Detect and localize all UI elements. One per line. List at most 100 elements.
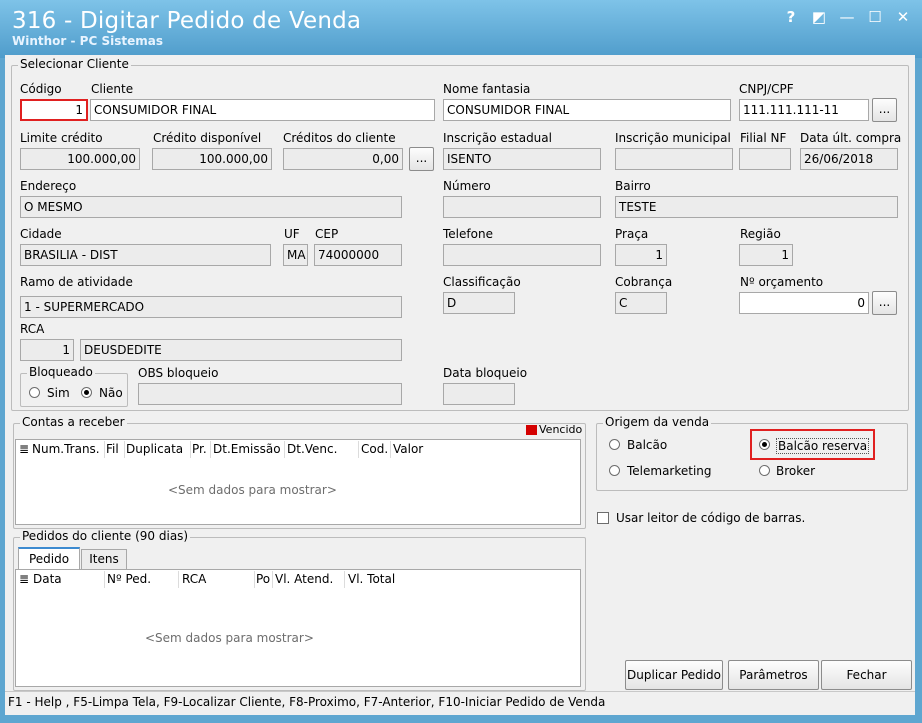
nome-fantasia-field[interactable]: CONSUMIDOR FINAL — [443, 99, 731, 121]
origem-balcao-radio[interactable] — [609, 439, 620, 450]
barcode-label: Usar leitor de código de barras. — [616, 511, 806, 525]
col-num-trans[interactable]: Num.Trans. — [32, 442, 100, 456]
col-vl-total[interactable]: Vl. Total — [348, 572, 395, 586]
col-rca[interactable]: RCA — [182, 572, 206, 586]
window-subtitle: Winthor - PC Sistemas — [12, 34, 163, 48]
regiao-field: 1 — [739, 244, 793, 266]
minimize-icon[interactable]: — — [836, 8, 858, 26]
endereco-field: O MESMO — [20, 196, 402, 218]
title-bar: 316 - Digitar Pedido de Venda Winthor - … — [0, 0, 922, 58]
duplicar-pedido-button[interactable]: Duplicar Pedido — [625, 660, 723, 690]
close-icon[interactable]: ✕ — [892, 8, 914, 26]
rca-label: RCA — [20, 322, 45, 336]
classificacao-field: D — [443, 292, 515, 314]
fechar-button[interactable]: Fechar — [821, 660, 912, 690]
contas-group-label: Contas a receber — [20, 415, 127, 429]
col-vl-atend[interactable]: Vl. Atend. — [275, 572, 333, 586]
bairro-field: TESTE — [615, 196, 898, 218]
numero-field — [443, 196, 601, 218]
nome-fantasia-label: Nome fantasia — [443, 82, 531, 96]
cnpj-field[interactable]: 111.111.111-11 — [739, 99, 869, 121]
numero-label: Número — [443, 179, 491, 193]
origem-balcao-reserva-label: Balcão reserva — [776, 438, 870, 454]
bloqueado-sim-label: Sim — [47, 386, 70, 400]
parametros-button[interactable]: Parâmetros — [728, 660, 819, 690]
inscricao-municipal-field — [615, 148, 733, 170]
col-separator — [104, 441, 105, 458]
col-num-ped[interactable]: Nº Ped. — [107, 572, 151, 586]
endereco-label: Endereço — [20, 179, 77, 193]
origem-telemarketing-radio[interactable] — [609, 465, 620, 476]
col-separator — [210, 441, 211, 458]
origem-broker-radio[interactable] — [759, 465, 770, 476]
col-cod[interactable]: Cod. — [361, 442, 388, 456]
grid-menu-icon[interactable]: ≣ — [19, 572, 29, 586]
col-dt-emissao[interactable]: Dt.Emissão — [213, 442, 281, 456]
bloqueado-sim-radio[interactable] — [29, 387, 40, 398]
rca-name-field: DEUSDEDITE — [80, 339, 402, 361]
origem-broker-label: Broker — [776, 464, 816, 478]
col-separator — [254, 571, 255, 588]
cliente-field[interactable]: CONSUMIDOR FINAL — [90, 99, 435, 121]
tab-pedido-label: Pedido — [28, 552, 70, 566]
vencido-legend-swatch — [526, 425, 537, 435]
creditos-cliente-button[interactable]: ... — [409, 147, 434, 171]
col-separator — [390, 441, 391, 458]
filial-nf-label: Filial NF — [740, 131, 787, 145]
col-valor[interactable]: Valor — [393, 442, 423, 456]
orcamento-field[interactable]: 0 — [739, 292, 869, 314]
rca-code-field: 1 — [20, 339, 74, 361]
cep-field: 74000000 — [314, 244, 402, 266]
data-bloqueio-label: Data bloqueio — [443, 366, 528, 380]
col-pr[interactable]: Pr. — [192, 442, 207, 456]
group-label: Selecionar Cliente — [18, 57, 131, 71]
orcamento-search-button[interactable]: ... — [872, 291, 897, 315]
codigo-field[interactable]: 1 — [20, 99, 88, 121]
tab-pedido[interactable]: Pedido — [18, 547, 80, 569]
inscricao-estadual-field: ISENTO — [443, 148, 601, 170]
col-separator — [178, 571, 179, 588]
inscricao-municipal-label: Inscrição municipal — [615, 131, 731, 145]
orcamento-label: Nº orçamento — [740, 275, 824, 289]
tab-itens[interactable]: Itens — [81, 549, 127, 569]
barcode-checkbox[interactable] — [597, 512, 609, 524]
app-window: 316 - Digitar Pedido de Venda Winthor - … — [0, 0, 922, 723]
bairro-label: Bairro — [615, 179, 651, 193]
restore-icon[interactable]: ◩ — [808, 8, 830, 26]
main-panel: Selecionar Cliente Código 1 Cliente CONS… — [5, 55, 915, 715]
col-duplicata[interactable]: Duplicata — [126, 442, 183, 456]
filial-nf-field — [739, 148, 791, 170]
origem-group-label: Origem da venda — [603, 415, 712, 429]
cnpj-label: CNPJ/CPF — [739, 82, 794, 96]
ramo-field: 1 - SUPERMERCADO — [20, 296, 402, 318]
cnpj-search-button[interactable]: ... — [872, 98, 897, 122]
grid-menu-icon[interactable]: ≣ — [19, 442, 29, 456]
ramo-label: Ramo de atividade — [20, 275, 133, 289]
col-fil[interactable]: Fil — [106, 442, 119, 456]
origem-telemarketing-label: Telemarketing — [627, 464, 712, 478]
origem-balcao-reserva-radio[interactable] — [759, 439, 770, 450]
help-icon[interactable]: ? — [780, 8, 802, 26]
tab-itens-label: Itens — [89, 552, 119, 566]
col-dt-venc[interactable]: Dt.Venc. — [287, 442, 337, 456]
col-separator — [104, 571, 105, 588]
uf-field: MA — [283, 244, 308, 266]
telefone-label: Telefone — [443, 227, 493, 241]
pedidos-grid[interactable]: ≣ Data Nº Ped. RCA Po Vl. Atend. Vl. Tot… — [15, 569, 581, 687]
contas-grid[interactable]: ≣ Num.Trans. Fil Duplicata Pr. Dt.Emissã… — [15, 439, 581, 525]
obs-bloqueio-label: OBS bloqueio — [138, 366, 219, 380]
maximize-icon[interactable]: ☐ — [864, 8, 886, 26]
col-po[interactable]: Po — [256, 572, 270, 586]
window-title: 316 - Digitar Pedido de Venda — [12, 8, 362, 34]
col-data[interactable]: Data — [33, 572, 62, 586]
status-bar: F1 - Help , F5-Limpa Tela, F9-Localizar … — [5, 691, 915, 714]
credito-disponivel-field: 100.000,00 — [152, 148, 272, 170]
telefone-field — [443, 244, 601, 266]
bloqueado-nao-radio[interactable] — [81, 387, 92, 398]
cobranca-field: C — [615, 292, 667, 314]
origem-balcao-label: Balcão — [627, 438, 668, 452]
data-bloqueio-field — [443, 383, 515, 405]
bloqueado-nao-label: Não — [99, 386, 123, 400]
codigo-label: Código — [20, 82, 62, 96]
col-separator — [124, 441, 125, 458]
